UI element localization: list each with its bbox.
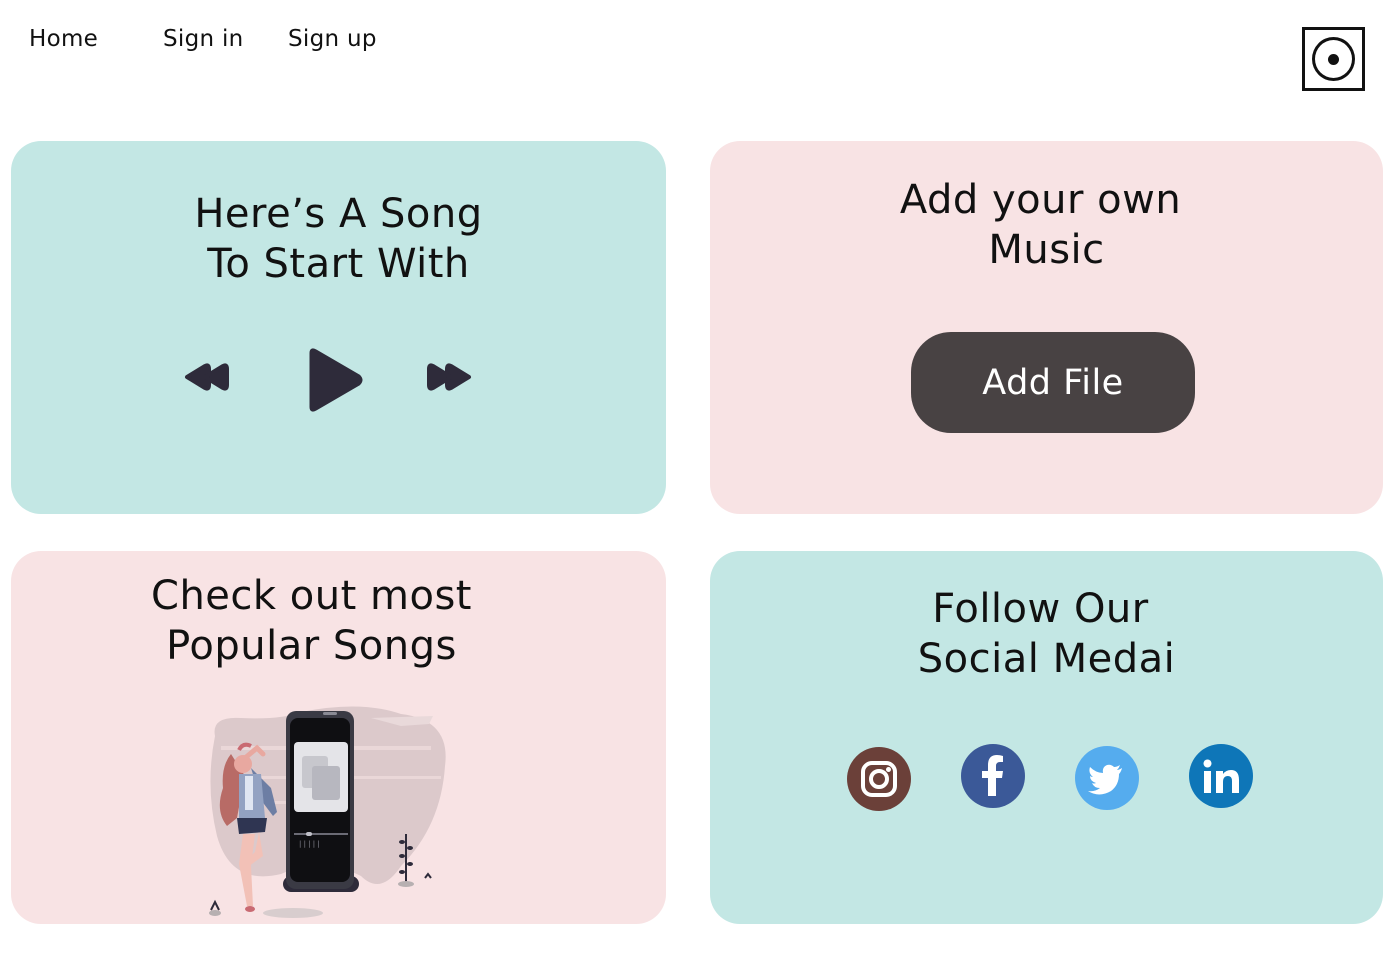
- social-card-title-line1: Follow Our: [932, 586, 1149, 632]
- svg-text:| | | | |: | | | | |: [299, 840, 320, 848]
- player-card-title-line2: To Start With: [207, 241, 470, 287]
- nav-sign-up-link[interactable]: Sign up: [288, 22, 377, 56]
- facebook-icon[interactable]: [961, 744, 1025, 808]
- player-card: Here’s A Song To Start With: [11, 141, 666, 514]
- instagram-icon[interactable]: [847, 747, 911, 811]
- popular-card-title-line2: Popular Songs: [166, 623, 457, 669]
- popular-card-title-line1: Check out most: [151, 573, 472, 619]
- add-file-button[interactable]: Add File: [911, 332, 1195, 433]
- record-disc-icon[interactable]: [1302, 27, 1365, 91]
- upload-card-title-line1: Add your own: [899, 177, 1182, 223]
- play-icon[interactable]: [307, 347, 365, 413]
- top-nav: Home Sign in Sign up: [0, 22, 1395, 56]
- popular-songs-card: Check out most Popular Songs | | | | |: [11, 551, 666, 924]
- rewind-icon[interactable]: [183, 361, 231, 393]
- player-card-title-line1: Here’s A Song: [194, 191, 483, 237]
- nav-sign-in-link[interactable]: Sign in: [163, 22, 244, 56]
- social-media-card: Follow Our Social Medai: [710, 551, 1383, 924]
- logo-center-dot: [1328, 54, 1339, 65]
- twitter-icon[interactable]: [1075, 746, 1139, 810]
- fast-forward-icon[interactable]: [425, 361, 473, 393]
- linkedin-icon[interactable]: [1189, 744, 1253, 808]
- nav-home-link[interactable]: Home: [29, 22, 98, 56]
- music-player-illustration-icon: | | | | |: [209, 706, 446, 918]
- upload-card: Add your own Music Add File: [710, 141, 1383, 514]
- social-card-title-line2: Social Medai: [917, 636, 1176, 682]
- upload-card-title-line2: Music: [988, 227, 1105, 273]
